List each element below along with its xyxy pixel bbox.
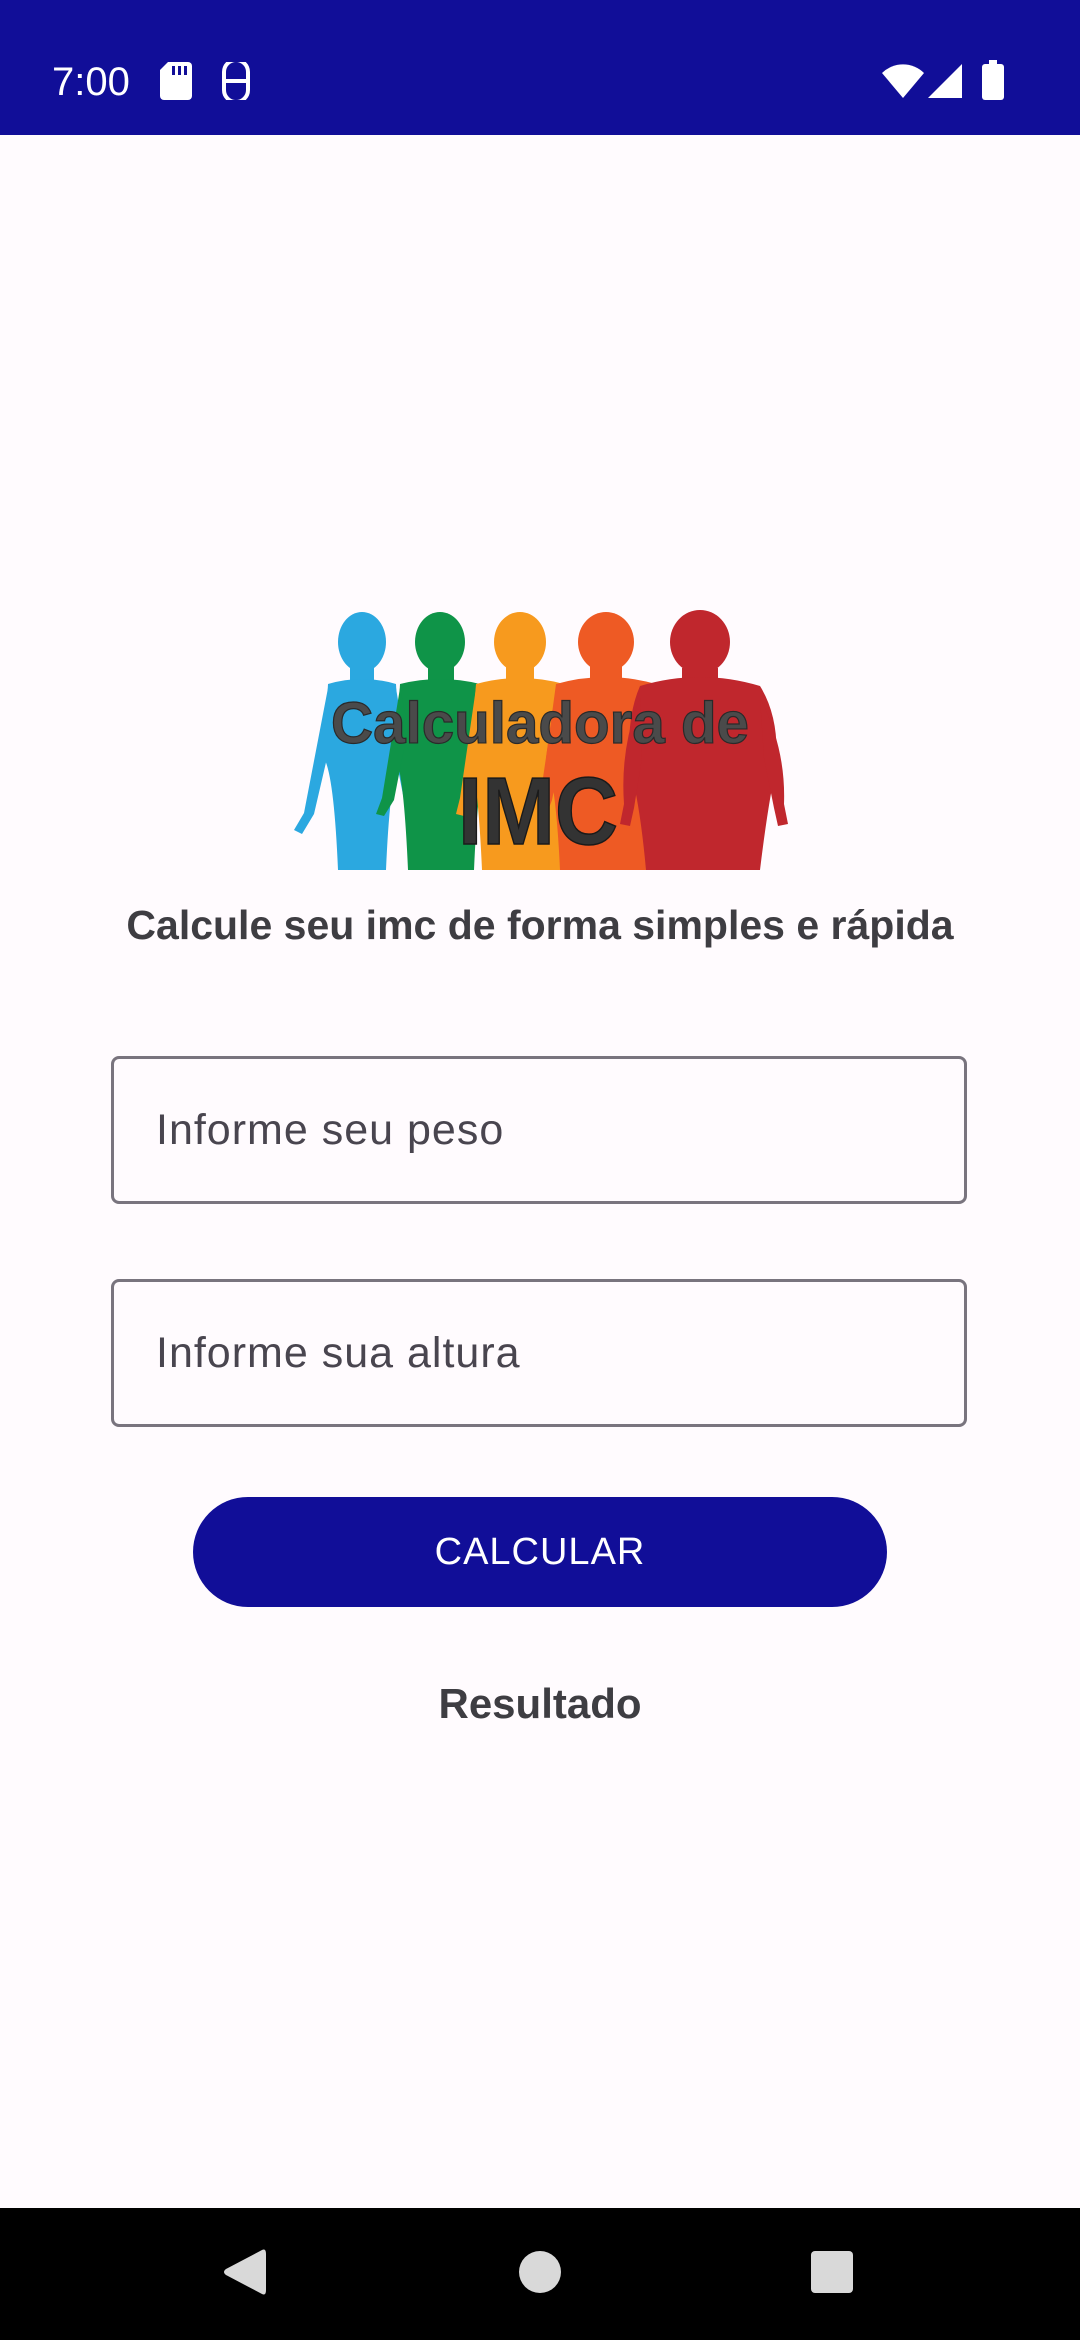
status-bar: 7:00 <box>0 0 1080 135</box>
recents-icon <box>811 2250 853 2298</box>
status-time: 7:00 <box>52 60 130 104</box>
back-button[interactable] <box>202 2232 286 2316</box>
logo-text-line1: Calculadora de <box>331 691 749 756</box>
home-button[interactable] <box>498 2232 582 2316</box>
back-icon <box>222 2248 266 2301</box>
result-label: Resultado <box>438 1680 642 1727</box>
recents-button[interactable] <box>790 2232 874 2316</box>
navigation-bar <box>0 2208 1080 2340</box>
calculate-button[interactable]: CALCULAR <box>193 1497 887 1607</box>
battery-icon <box>982 60 1004 105</box>
home-icon <box>518 2250 562 2299</box>
sd-card-icon <box>160 62 192 105</box>
logo-text-line2: IMC <box>458 758 618 865</box>
height-input[interactable] <box>111 1279 967 1427</box>
imc-logo: Calculadora de IMC <box>290 608 790 870</box>
weight-input[interactable] <box>111 1056 967 1204</box>
screen: 7:00 Calculadora de IMC Calcule seu imc … <box>0 0 1080 2340</box>
face-icon <box>220 58 252 105</box>
wifi-icon <box>882 64 924 103</box>
tagline: Calcule seu imc de forma simples e rápid… <box>126 902 954 948</box>
signal-icon <box>928 64 962 103</box>
